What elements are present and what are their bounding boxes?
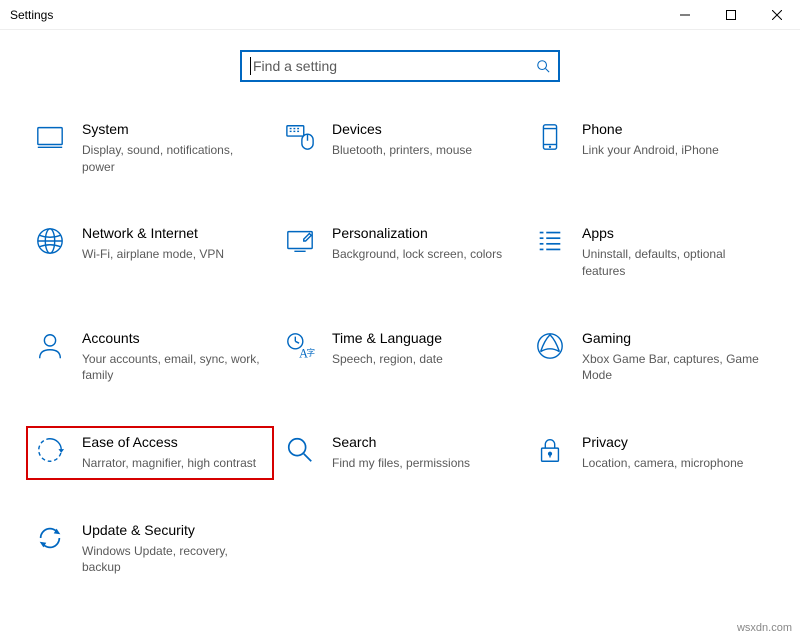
tile-title: Ease of Access [82,434,266,451]
tile-title: Search [332,434,516,451]
search-tile-icon [284,434,316,466]
tile-desc: Bluetooth, printers, mouse [332,142,516,159]
tile-desc: Speech, region, date [332,351,516,368]
tile-title: Apps [582,225,766,242]
tile-title: Phone [582,121,766,138]
minimize-icon [680,10,690,20]
apps-icon [534,225,566,257]
accounts-icon [34,330,66,362]
tile-desc: Wi-Fi, airplane mode, VPN [82,246,266,263]
ease-of-access-icon [34,434,66,466]
tile-gaming[interactable]: Gaming Xbox Game Bar, captures, Game Mod… [530,326,770,388]
network-icon [34,225,66,257]
tile-privacy[interactable]: Privacy Location, camera, microphone [530,430,770,476]
search-container: Find a setting [0,30,800,112]
tile-title: Network & Internet [82,225,266,242]
gaming-icon [534,330,566,362]
tile-title: Privacy [582,434,766,451]
tile-desc: Your accounts, email, sync, work, family [82,351,266,385]
close-button[interactable] [754,0,800,30]
tile-time-language[interactable]: A字 Time & Language Speech, region, date [280,326,520,388]
tile-desc: Xbox Game Bar, captures, Game Mode [582,351,766,385]
tile-desc: Narrator, magnifier, high contrast [82,455,266,472]
tile-title: Update & Security [82,522,266,539]
tile-title: Personalization [332,225,516,242]
window-controls [662,0,800,30]
tile-ease-of-access[interactable]: Ease of Access Narrator, magnifier, high… [30,430,270,476]
attribution-text: wsxdn.com [737,622,792,634]
devices-icon [284,121,316,153]
window-title: Settings [10,8,53,22]
tile-title: Accounts [82,330,266,347]
time-language-icon: A字 [284,330,316,362]
minimize-button[interactable] [662,0,708,30]
tile-desc: Location, camera, microphone [582,455,766,472]
tile-desc: Background, lock screen, colors [332,246,516,263]
system-icon [34,121,66,153]
tile-apps[interactable]: Apps Uninstall, defaults, optional featu… [530,221,770,283]
tile-title: Gaming [582,330,766,347]
maximize-button[interactable] [708,0,754,30]
tile-desc: Find my files, permissions [332,455,516,472]
tile-title: System [82,121,266,138]
search-icon [536,59,550,73]
tile-desc: Windows Update, recovery, backup [82,543,266,577]
update-security-icon [34,522,66,554]
tile-phone[interactable]: Phone Link your Android, iPhone [530,117,770,179]
privacy-icon [534,434,566,466]
maximize-icon [726,10,736,20]
tile-title: Devices [332,121,516,138]
svg-text:字: 字 [307,347,315,357]
search-input[interactable]: Find a setting [240,50,560,82]
tile-search[interactable]: Search Find my files, permissions [280,430,520,476]
titlebar: Settings [0,0,800,30]
tile-personalization[interactable]: Personalization Background, lock screen,… [280,221,520,283]
tile-desc: Uninstall, defaults, optional features [582,246,766,280]
phone-icon [534,121,566,153]
personalization-icon [284,225,316,257]
tile-accounts[interactable]: Accounts Your accounts, email, sync, wor… [30,326,270,388]
tile-network[interactable]: Network & Internet Wi-Fi, airplane mode,… [30,221,270,283]
tile-desc: Display, sound, notifications, power [82,142,266,176]
close-icon [772,10,782,20]
tile-system[interactable]: System Display, sound, notifications, po… [30,117,270,179]
text-cursor [250,57,251,75]
search-placeholder: Find a setting [253,58,536,74]
tile-title: Time & Language [332,330,516,347]
settings-grid: System Display, sound, notifications, po… [0,112,800,600]
tile-devices[interactable]: Devices Bluetooth, printers, mouse [280,117,520,179]
tile-desc: Link your Android, iPhone [582,142,766,159]
tile-update-security[interactable]: Update & Security Windows Update, recove… [30,518,270,580]
